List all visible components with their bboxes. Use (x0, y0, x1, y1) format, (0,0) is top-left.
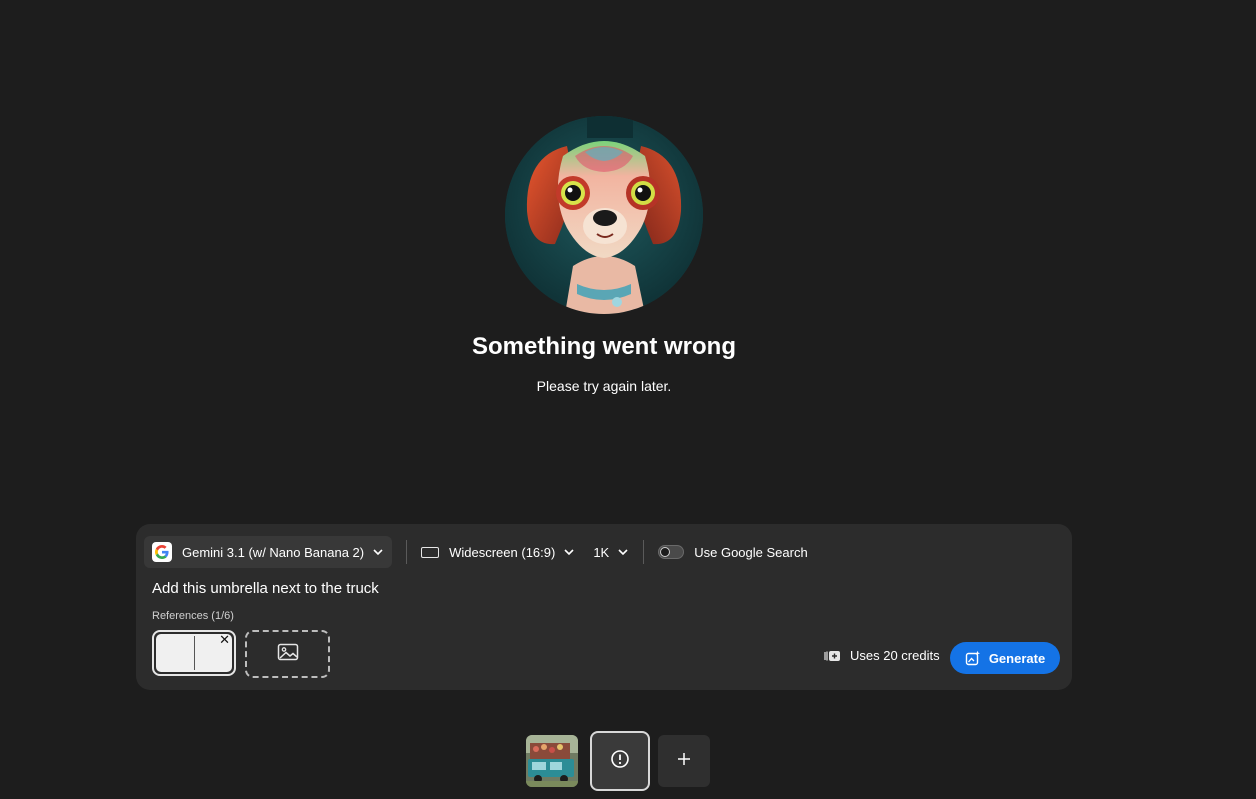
error-illustration (505, 116, 703, 314)
plus-icon (677, 752, 691, 771)
generate-button[interactable]: Generate (950, 642, 1060, 674)
image-icon (277, 643, 299, 666)
add-reference-button[interactable] (245, 630, 330, 678)
error-message: Please try again later. (536, 378, 672, 394)
google-search-toggle[interactable]: Use Google Search (658, 536, 808, 568)
resolution-selector[interactable]: 1K (593, 536, 629, 568)
toggle-switch[interactable] (658, 545, 685, 559)
toolbar-divider (643, 540, 645, 564)
prompt-toolbar: Gemini 3.1 (w/ Nano Banana 2) Widescreen… (144, 536, 808, 568)
model-label: Gemini 3.1 (w/ Nano Banana 2) (182, 544, 365, 560)
credits-info: Uses 20 credits (824, 648, 940, 663)
credits-icon (824, 650, 841, 662)
toggle-knob (660, 547, 671, 557)
resolution-label: 1K (593, 544, 610, 560)
prompt-panel: Gemini 3.1 (w/ Nano Banana 2) Widescreen… (136, 524, 1072, 690)
chevron-down-icon (563, 546, 575, 558)
history-error-item[interactable] (590, 731, 650, 791)
chevron-down-icon (372, 546, 384, 558)
add-item-button[interactable] (658, 735, 710, 787)
error-title: Something went wrong (472, 333, 736, 360)
toolbar-divider (406, 540, 408, 564)
widescreen-icon (421, 546, 440, 558)
model-selector[interactable]: Gemini 3.1 (w/ Nano Banana 2) (144, 536, 393, 568)
dog-illustration-icon (505, 116, 703, 314)
chevron-down-icon (617, 546, 629, 558)
history-thumbnail[interactable] (526, 735, 578, 787)
prompt-input[interactable]: Add this umbrella next to the truck (152, 580, 379, 597)
reference-thumbnail[interactable]: ✕ (152, 630, 236, 676)
alert-icon (610, 749, 630, 774)
aspect-ratio-label: Widescreen (16:9) (449, 544, 556, 560)
generate-icon (965, 650, 981, 666)
credits-label: Uses 20 credits (850, 648, 940, 663)
references-label: References (1/6) (152, 610, 234, 622)
generate-label: Generate (988, 650, 1046, 666)
google-g-icon (152, 542, 172, 562)
close-icon[interactable]: ✕ (219, 633, 230, 646)
google-search-label: Use Google Search (694, 544, 808, 560)
truck-image-icon (526, 735, 578, 787)
page: Something went wrong Please try again la… (0, 0, 1256, 799)
aspect-ratio-selector[interactable]: Widescreen (16:9) (421, 536, 575, 568)
